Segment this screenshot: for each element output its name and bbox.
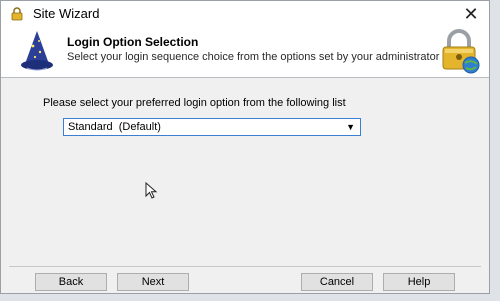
title-bar: Site Wizard ✕ bbox=[1, 1, 489, 27]
mouse-pointer-icon bbox=[145, 182, 158, 199]
help-button[interactable]: Help bbox=[383, 273, 455, 291]
header-title: Login Option Selection bbox=[67, 35, 199, 49]
close-icon: ✕ bbox=[463, 4, 479, 24]
lock-icon bbox=[11, 7, 23, 21]
chevron-down-icon: ▼ bbox=[346, 122, 355, 132]
header-subtitle: Select your login sequence choice from t… bbox=[67, 51, 440, 63]
login-option-value: Standard (Default) bbox=[68, 121, 161, 133]
login-option-dropdown[interactable]: Standard (Default) ▼ bbox=[63, 118, 361, 136]
lock-globe-icon bbox=[442, 29, 480, 74]
close-button[interactable]: ✕ bbox=[461, 4, 481, 24]
back-button[interactable]: Back bbox=[35, 273, 107, 291]
window-title: Site Wizard bbox=[33, 6, 100, 21]
site-wizard-window: Site Wizard ✕ Login Option Selection Sel… bbox=[0, 0, 490, 294]
wizard-header: Login Option Selection Select your login… bbox=[1, 27, 489, 78]
footer-divider bbox=[9, 266, 481, 267]
wizard-hat-icon bbox=[21, 31, 53, 71]
next-button[interactable]: Next bbox=[117, 273, 189, 291]
selection-prompt: Please select your preferred login optio… bbox=[43, 97, 346, 109]
cancel-button[interactable]: Cancel bbox=[301, 273, 373, 291]
